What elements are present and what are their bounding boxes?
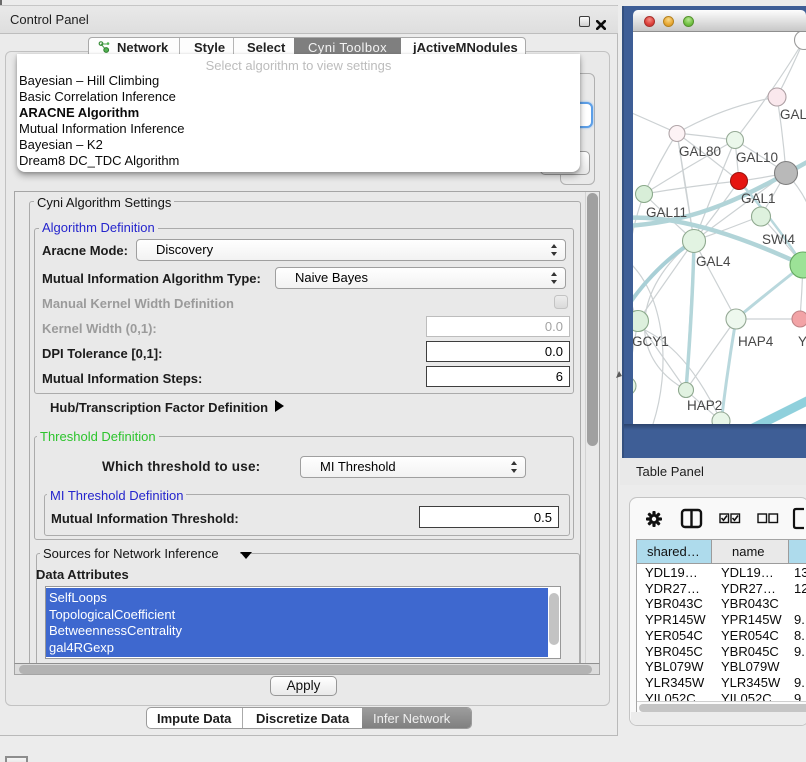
svg-text:SWI4: SWI4: [762, 232, 795, 247]
svg-text:GAL11: GAL11: [646, 205, 687, 220]
svg-text:HAP4: HAP4: [738, 334, 774, 349]
svg-text:GAL4: GAL4: [696, 254, 731, 269]
svg-text:GAL10: GAL10: [736, 150, 778, 165]
svg-text:GAL80: GAL80: [679, 144, 721, 159]
svg-text:HAP2: HAP2: [687, 398, 722, 413]
svg-text:GAL2: GAL2: [780, 107, 806, 122]
svg-text:GAL1: GAL1: [741, 191, 776, 206]
svg-text:YD: YD: [798, 334, 806, 349]
svg-text:GCY1: GCY1: [633, 334, 669, 349]
